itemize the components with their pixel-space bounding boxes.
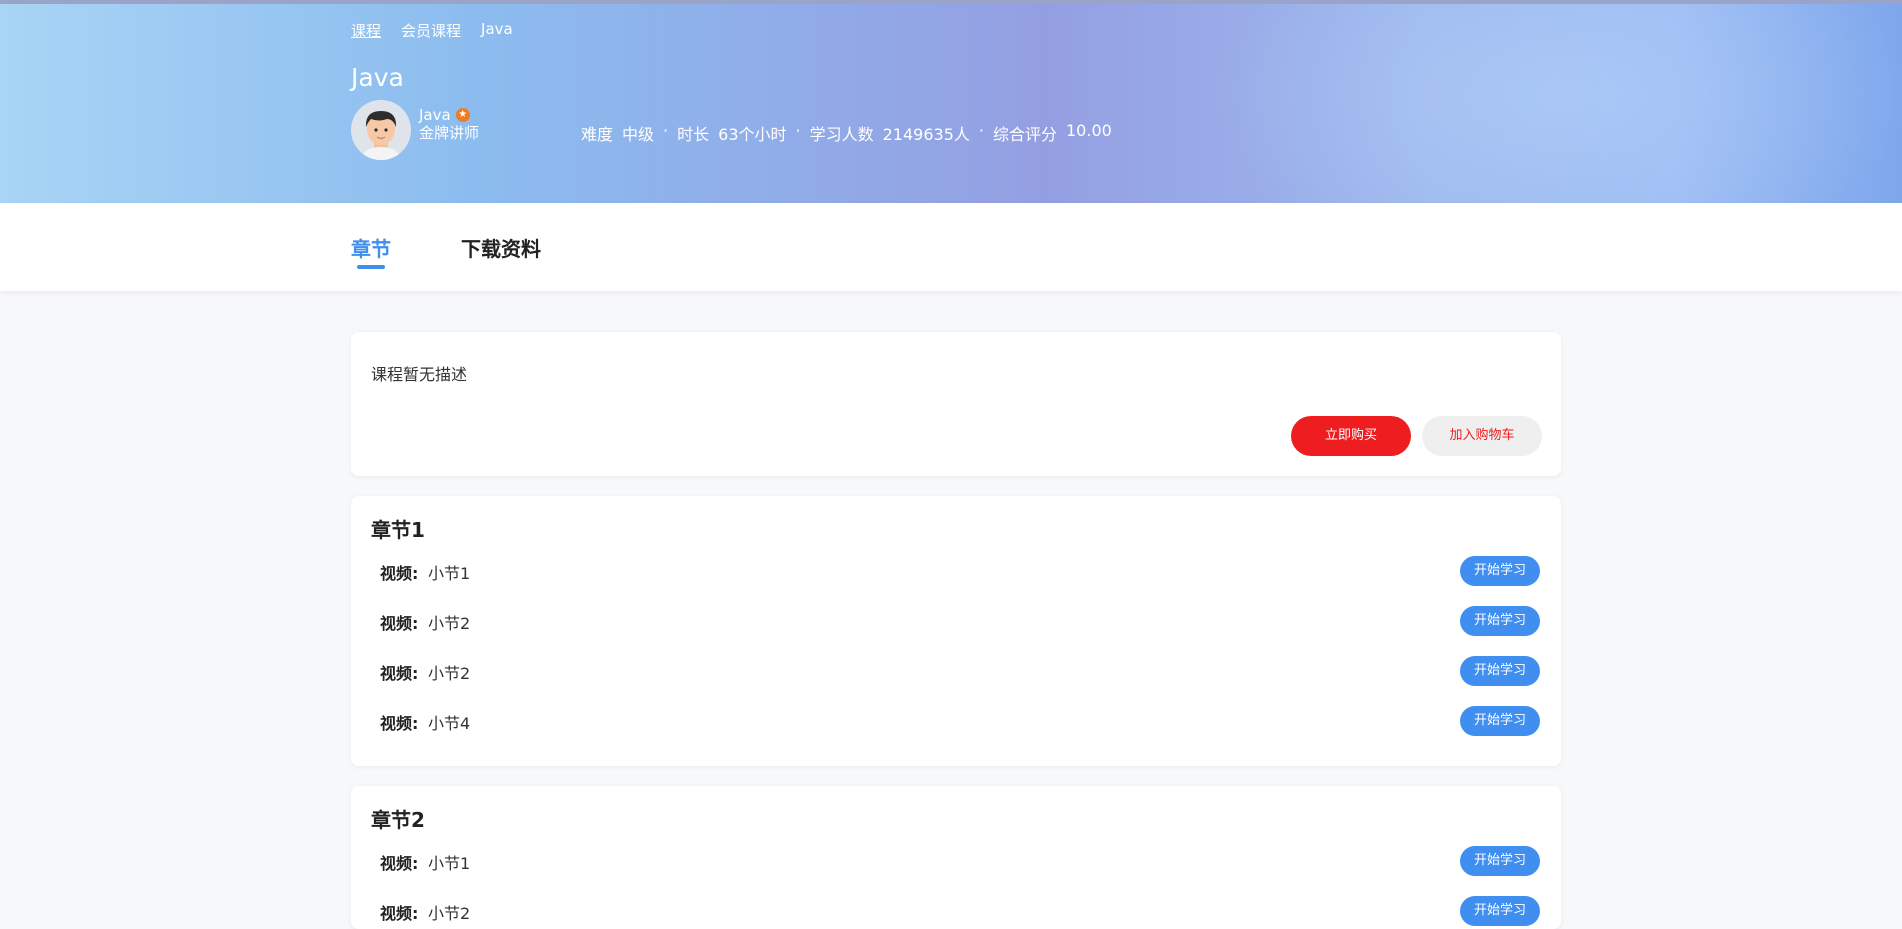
difficulty-value: 中级 [622, 125, 655, 144]
lesson-type: 视频: [380, 904, 419, 923]
chapter-card: 章节1 视频: 小节1 开始学习 视频: 小节2 开始学习 视频: 小节2 开始… [351, 496, 1561, 766]
start-learning-button[interactable]: 开始学习 [1460, 706, 1540, 736]
lesson-name: 小节4 [428, 714, 471, 733]
stats-separator: · [795, 121, 801, 140]
teacher-title: 金牌讲师 [419, 124, 480, 142]
lesson-type: 视频: [380, 664, 419, 683]
duration-label: 时长 [677, 125, 710, 144]
active-tab-indicator [357, 265, 385, 269]
chapter-title: 章节1 [371, 518, 425, 542]
teacher-avatar[interactable] [351, 100, 411, 160]
buy-now-button[interactable]: 立即购买 [1291, 416, 1411, 456]
course-stats: 难度 中级 · 时长 63个小时 · 学习人数 2149635人 · 综合评分 … [581, 121, 1112, 145]
breadcrumb-item-java[interactable]: Java [481, 20, 513, 40]
breadcrumb-item-courses[interactable]: 课程 [351, 20, 381, 40]
rating-value: 10.00 [1066, 121, 1112, 140]
avatar-face-icon [351, 100, 411, 160]
lesson-row: 视频: 小节1 开始学习 [380, 556, 1540, 586]
lesson-name: 小节1 [428, 564, 471, 583]
teacher-info: Java ★ 金牌讲师 [419, 106, 479, 142]
rating-label: 综合评分 [992, 125, 1057, 144]
duration-value: 63个小时 [718, 125, 787, 144]
teacher-name[interactable]: Java [419, 106, 451, 124]
lesson-type: 视频: [380, 714, 419, 733]
start-learning-button[interactable]: 开始学习 [1460, 656, 1540, 686]
start-learning-button[interactable]: 开始学习 [1460, 896, 1540, 926]
lesson-type: 视频: [380, 854, 419, 873]
difficulty-label: 难度 [581, 125, 614, 144]
lesson-name: 小节1 [428, 854, 471, 873]
lesson-row: 视频: 小节1 开始学习 [380, 846, 1540, 876]
lesson-row: 视频: 小节2 开始学习 [380, 896, 1540, 926]
course-title: Java [351, 63, 404, 92]
chapter-title: 章节2 [371, 808, 425, 832]
breadcrumb: 课程 会员课程 Java [351, 20, 1561, 40]
lesson-row: 视频: 小节4 开始学习 [380, 706, 1540, 736]
start-learning-button[interactable]: 开始学习 [1460, 606, 1540, 636]
lesson-row: 视频: 小节2 开始学习 [380, 656, 1540, 686]
tab-downloads[interactable]: 下载资料 [461, 233, 541, 262]
lesson-name: 小节2 [428, 614, 471, 633]
breadcrumb-item-member-courses[interactable]: 会员课程 [401, 20, 461, 40]
lesson-name: 小节2 [428, 664, 471, 683]
chapter-card: 章节2 视频: 小节1 开始学习 视频: 小节2 开始学习 [351, 786, 1561, 929]
lesson-type: 视频: [380, 614, 419, 633]
lesson-row: 视频: 小节2 开始学习 [380, 606, 1540, 636]
learners-value: 2149635人 [882, 125, 970, 144]
start-learning-button[interactable]: 开始学习 [1460, 556, 1540, 586]
add-to-cart-button[interactable]: 加入购物车 [1422, 416, 1542, 456]
tab-chapters[interactable]: 章节 [351, 233, 391, 262]
stats-separator: · [978, 121, 984, 140]
stats-separator: · [663, 121, 669, 140]
lesson-name: 小节2 [428, 904, 471, 923]
lesson-type: 视频: [380, 564, 419, 583]
start-learning-button[interactable]: 开始学习 [1460, 846, 1540, 876]
course-description: 课程暂无描述 [371, 365, 468, 384]
description-card: 课程暂无描述 立即购买 加入购物车 [351, 332, 1561, 476]
tab-bar: 章节 下载资料 [0, 203, 1902, 291]
learners-label: 学习人数 [809, 125, 874, 144]
teacher-badge-icon: ★ [455, 108, 470, 122]
